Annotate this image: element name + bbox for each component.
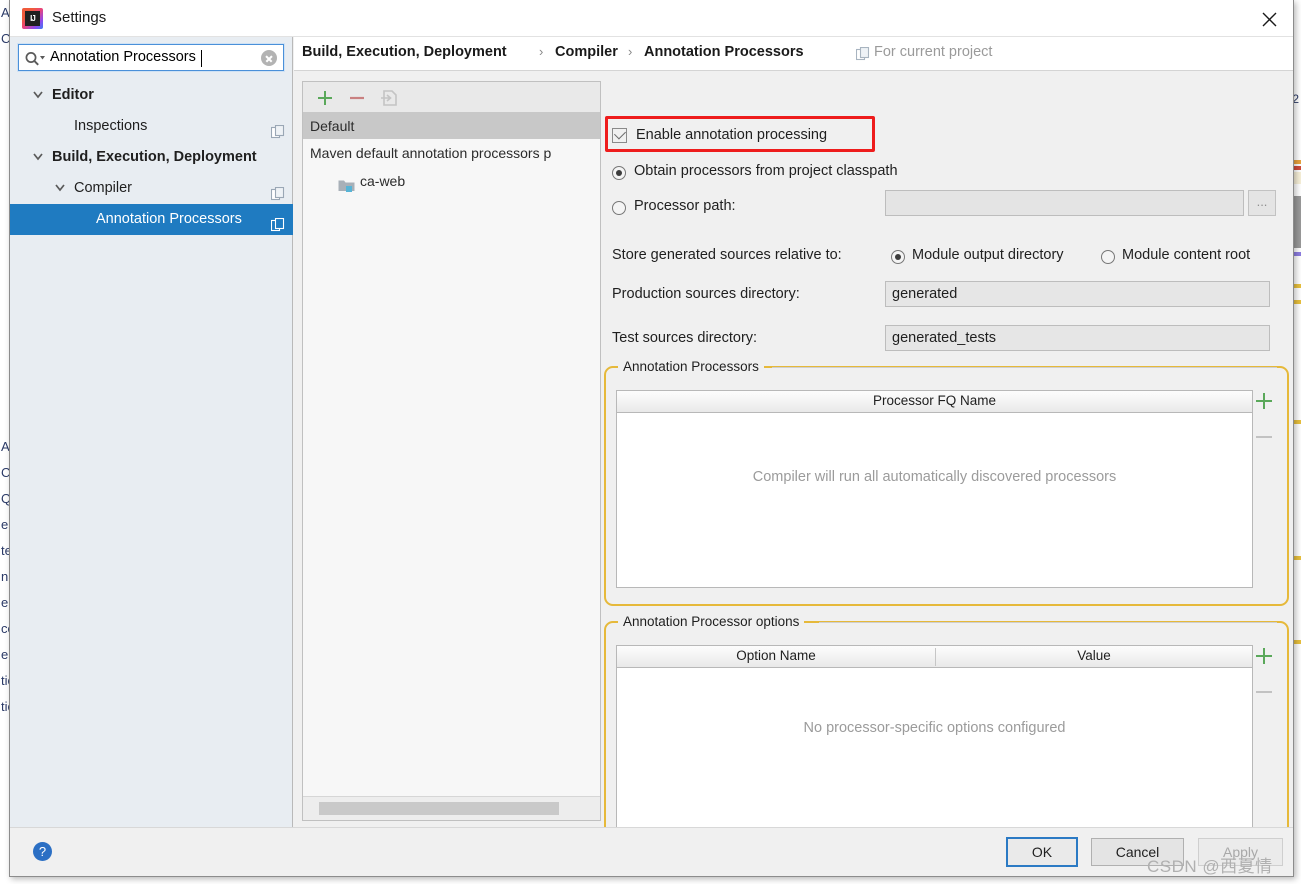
- radio-indicator[interactable]: [891, 250, 905, 264]
- breadcrumb-segment[interactable]: Compiler: [555, 44, 618, 60]
- module-toolbar: [303, 82, 600, 113]
- sidebar-item-compiler[interactable]: Compiler: [10, 173, 293, 204]
- store-generated-sources-row: Store generated sources relative to: Mod…: [612, 245, 1292, 269]
- breadcrumb-separator: ›: [539, 44, 544, 59]
- processors-empty-message: Compiler will run all automatically disc…: [752, 469, 1117, 485]
- column-header-value[interactable]: Value: [936, 648, 1252, 663]
- radio-label: Processor path:: [634, 198, 736, 214]
- chevron-down-icon[interactable]: [54, 173, 70, 204]
- options-empty-message: No processor-specific options configured: [803, 720, 1066, 736]
- text-caret: [201, 50, 202, 67]
- module-list-header: Default: [303, 113, 600, 139]
- list-item[interactable]: Maven default annotation processors p: [303, 139, 600, 167]
- copy-settings-icon[interactable]: [270, 212, 285, 243]
- test-sources-row: Test sources directory: generated_tests: [612, 325, 1292, 353]
- sidebar-item-inspections[interactable]: Inspections: [10, 111, 293, 142]
- scrollbar-thumb[interactable]: [319, 802, 559, 815]
- radio-label: Obtain processors from project classpath: [634, 163, 898, 179]
- store-generated-sources-label: Store generated sources relative to:: [612, 247, 842, 263]
- enable-annotation-processing-checkbox[interactable]: Enable annotation processing: [605, 116, 912, 152]
- group-rule: [772, 367, 1277, 368]
- ok-button[interactable]: OK: [1006, 837, 1078, 867]
- options-table-buttons: [1253, 645, 1279, 725]
- radio-obtain-from-classpath[interactable]: Obtain processors from project classpath: [604, 163, 1204, 185]
- plus-icon[interactable]: [315, 88, 335, 108]
- help-icon[interactable]: ?: [33, 842, 52, 861]
- chevron-down-icon[interactable]: [32, 80, 48, 111]
- search-input-value: Annotation Processors: [50, 49, 196, 65]
- module-profile-label: Maven default annotation processors p: [310, 145, 552, 161]
- column-header-option-name[interactable]: Option Name: [617, 648, 935, 663]
- processor-path-input[interactable]: [885, 190, 1244, 216]
- sidebar-item-label: Build, Execution, Deployment: [52, 149, 257, 165]
- group-title: Annotation Processors: [618, 359, 764, 374]
- list-item[interactable]: ca-web: [303, 167, 600, 195]
- test-sources-label: Test sources directory:: [612, 330, 758, 346]
- intellij-idea-icon: [22, 8, 43, 29]
- minus-icon[interactable]: [347, 88, 367, 108]
- sidebar-item-label: Annotation Processors: [96, 211, 242, 227]
- production-sources-label: Production sources directory:: [612, 286, 800, 302]
- chevron-down-icon[interactable]: [32, 142, 48, 173]
- minus-icon[interactable]: [1253, 681, 1275, 706]
- breadcrumb: Build, Execution, Deployment › Compiler …: [294, 37, 1293, 71]
- table-header-row: Processor FQ Name: [617, 391, 1252, 413]
- settings-dialog: Settings Annotation Processors: [9, 0, 1294, 877]
- search-input[interactable]: Annotation Processors: [17, 43, 285, 72]
- clear-icon[interactable]: [261, 50, 277, 66]
- close-icon[interactable]: [1247, 0, 1293, 36]
- sidebar-item-annotation-processors[interactable]: Annotation Processors: [10, 204, 293, 235]
- module-list-rows: Maven default annotation processors p ca…: [303, 139, 600, 794]
- horizontal-scrollbar[interactable]: [303, 796, 600, 820]
- radio-module-content-root-label[interactable]: Module content root: [1122, 247, 1250, 263]
- processors-table-buttons: [1253, 390, 1279, 470]
- annotation-processor-options-group: Annotation Processor options Option Name…: [604, 614, 1289, 853]
- options-table[interactable]: Option Name Value No processor-specific …: [616, 645, 1253, 835]
- module-name-label: ca-web: [360, 173, 406, 189]
- processors-table[interactable]: Processor FQ Name Compiler will run all …: [616, 390, 1253, 588]
- production-sources-row: Production sources directory: generated: [612, 281, 1292, 309]
- annotation-processors-group: Annotation Processors Processor FQ Name …: [604, 359, 1289, 606]
- module-list-panel: Default Maven default annotation process…: [302, 81, 601, 821]
- radio-indicator[interactable]: [1101, 250, 1115, 264]
- sidebar-item-label: Inspections: [74, 118, 148, 134]
- radio-indicator[interactable]: [612, 201, 626, 215]
- minus-icon[interactable]: [1253, 426, 1275, 451]
- search-icon[interactable]: [24, 50, 46, 70]
- plus-icon[interactable]: [1253, 645, 1275, 670]
- breadcrumb-separator: ›: [628, 44, 633, 59]
- sidebar-item-editor[interactable]: Editor: [10, 80, 293, 111]
- radio-indicator[interactable]: [612, 166, 626, 180]
- copy-scope-icon: [855, 46, 870, 64]
- group-rule: [819, 622, 1277, 623]
- sidebar-item-label: Compiler: [74, 180, 133, 196]
- sidebar-item-build-execution-deployment[interactable]: Build, Execution, Deployment: [10, 142, 293, 173]
- window-title: Settings: [52, 9, 107, 26]
- watermark: CSDN @西夏情: [1147, 857, 1273, 876]
- dialog-footer: ? OK Cancel Apply: [10, 827, 1293, 876]
- copy-to-module-icon[interactable]: [379, 88, 399, 108]
- checkbox-label: Enable annotation processing: [636, 127, 828, 143]
- breadcrumb-segment[interactable]: Build, Execution, Deployment: [302, 44, 507, 60]
- production-sources-input[interactable]: generated: [885, 281, 1270, 307]
- sidebar-item-label: Editor: [52, 87, 94, 103]
- dialog-body: Annotation Processors Editor Inspections: [10, 37, 1293, 853]
- group-title: Annotation Processor options: [618, 614, 805, 629]
- scope-label: For current project: [874, 44, 993, 60]
- browse-button[interactable]: ...: [1248, 190, 1276, 216]
- settings-sidebar: Annotation Processors Editor Inspections: [10, 37, 293, 827]
- settings-tree: Editor Inspections Build, Execution, Dep…: [10, 80, 293, 235]
- test-sources-input[interactable]: generated_tests: [885, 325, 1270, 351]
- checkbox-indicator[interactable]: [612, 127, 627, 143]
- radio-module-output-directory-label[interactable]: Module output directory: [912, 247, 1064, 263]
- dialog-titlebar: Settings: [10, 0, 1293, 37]
- settings-content: Build, Execution, Deployment › Compiler …: [294, 37, 1293, 853]
- breadcrumb-segment: Annotation Processors: [644, 44, 804, 60]
- plus-icon[interactable]: [1253, 390, 1275, 415]
- column-header-processor-fq-name[interactable]: Processor FQ Name: [617, 393, 1252, 408]
- table-header-row: Option Name Value: [617, 646, 1252, 668]
- module-folder-icon: [338, 174, 355, 202]
